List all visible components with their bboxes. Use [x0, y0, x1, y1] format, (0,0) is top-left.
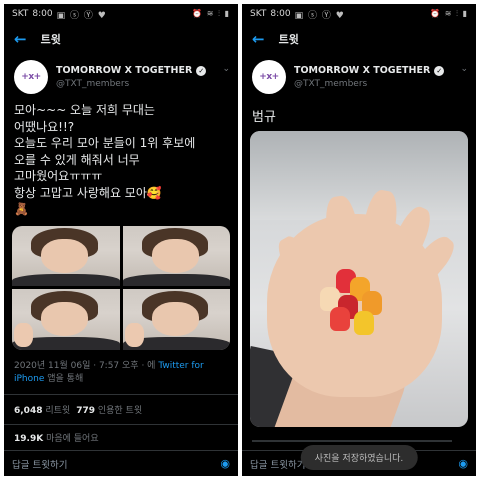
via-label: 앱을 통해: [47, 373, 84, 384]
tweet-photo-3[interactable]: [12, 289, 120, 350]
divider: [252, 440, 452, 442]
retweet-label: 리트윗: [45, 405, 71, 416]
avatar-logo: +x+: [21, 72, 41, 82]
quote-label: 인용한 트윗: [97, 405, 143, 416]
tweet-photo-1[interactable]: [12, 225, 120, 286]
back-arrow-icon[interactable]: ←: [252, 31, 265, 47]
display-name[interactable]: TOMORROW X TOGETHER: [294, 65, 430, 76]
tweet-body: 모아~~~ 오늘 저희 무대는 어땠나요!!? 오늘도 우리 모아 분들이 1위…: [14, 103, 196, 200]
camera-icon[interactable]: ◉: [458, 457, 468, 470]
reply-input[interactable]: 답글 트윗하기: [250, 457, 305, 471]
tweet-meta: 2020년 11월 06일 · 7:57 오후 · 에 Twitter for …: [4, 350, 238, 386]
tweet-text: 모아~~~ 오늘 저희 무대는 어땠나요!!? 오늘도 우리 모아 분들이 1위…: [4, 98, 238, 218]
status-bar: SKT 8:00 ▣ ⓢ Ⓨ ♥ ⏰ ≋ ⫶ ▮: [242, 4, 476, 24]
reply-bar: 답글 트윗하기 ◉: [4, 450, 238, 476]
tweet-stats: 6,048 리트윗 779 인용한 트윗: [4, 395, 238, 424]
notification-icons: ▣ ⓢ Ⓨ ♥: [294, 10, 345, 21]
clock: 8:00: [270, 9, 291, 19]
bear-emoji: 🧸: [14, 202, 29, 216]
tweet-photo-4[interactable]: [122, 289, 230, 350]
quote-count: 779: [76, 405, 95, 416]
photo-grid: [12, 225, 230, 350]
top-bar: ← 트윗: [242, 24, 476, 54]
retweet-count: 6,048: [14, 405, 43, 416]
tweet-author[interactable]: +x+ TOMORROW X TOGETHER ✓ @TXT_members ⌄: [242, 54, 476, 98]
like-count: 19.9K: [14, 433, 44, 444]
status-bar: SKT 8:00 ▣ ⓢ Ⓨ ♥ ⏰ ≋ ⫶ ▮: [4, 4, 238, 24]
tweet-author[interactable]: +x+ TOMORROW X TOGETHER ✓ @TXT_members ⌄: [4, 54, 238, 98]
camera-icon[interactable]: ◉: [220, 457, 230, 470]
tweet-text: 범규: [252, 110, 276, 125]
avatar-logo: +x+: [259, 72, 279, 82]
carrier: SKT: [250, 9, 267, 19]
verified-badge-icon: ✓: [196, 65, 207, 76]
display-name[interactable]: TOMORROW X TOGETHER: [56, 65, 192, 76]
notification-icons: ▣ ⓢ Ⓨ ♥: [56, 10, 107, 21]
avatar[interactable]: +x+: [252, 60, 286, 94]
chevron-down-icon[interactable]: ⌄: [460, 64, 468, 74]
tweet-panel-right: SKT 8:00 ▣ ⓢ Ⓨ ♥ ⏰ ≋ ⫶ ▮ ← 트윗 +x+ TOMORR…: [242, 4, 476, 476]
user-handle[interactable]: @TXT_members: [56, 79, 206, 89]
chevron-down-icon[interactable]: ⌄: [222, 64, 230, 74]
carrier: SKT: [12, 9, 29, 19]
system-icons: ⏰ ≋ ⫶ ▮: [430, 9, 468, 18]
clock: 8:00: [32, 9, 53, 19]
reply-input[interactable]: 답글 트윗하기: [12, 457, 67, 471]
page-title: 트윗: [278, 33, 299, 46]
avatar[interactable]: +x+: [14, 60, 48, 94]
tweet-photo-2[interactable]: [122, 225, 230, 286]
tweet-datetime: 2020년 11월 06일 · 7:57 오후 · 에: [14, 360, 156, 371]
verified-badge-icon: ✓: [434, 65, 445, 76]
top-bar: ← 트윗: [4, 24, 238, 54]
system-icons: ⏰ ≋ ⫶ ▮: [192, 9, 230, 18]
tweet-panel-left: SKT 8:00 ▣ ⓢ Ⓨ ♥ ⏰ ≋ ⫶ ▮ ← 트윗 +x+ TOMORR…: [4, 4, 238, 476]
retweets-stat[interactable]: 6,048 리트윗: [14, 403, 70, 416]
likes-stat[interactable]: 19.9K 마음에 들어요: [4, 425, 238, 450]
save-toast: 사진을 저장하였습니다.: [300, 445, 418, 470]
user-handle[interactable]: @TXT_members: [294, 79, 444, 89]
page-title: 트윗: [40, 33, 61, 46]
like-label: 마음에 들어요: [46, 433, 99, 444]
back-arrow-icon[interactable]: ←: [14, 31, 27, 47]
quotes-stat[interactable]: 779 인용한 트윗: [76, 403, 142, 416]
tweet-photo-gummies[interactable]: [250, 131, 468, 427]
